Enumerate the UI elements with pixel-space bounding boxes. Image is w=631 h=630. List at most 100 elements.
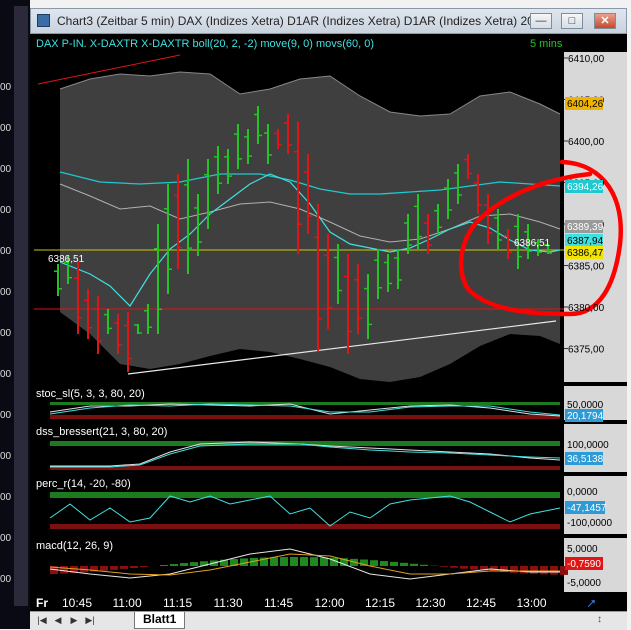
- upper-band-tag: 6404,26: [567, 99, 604, 110]
- price-scale-label: 6385,00: [568, 262, 605, 273]
- macd-bar: [370, 560, 378, 566]
- macd-bar: [120, 566, 128, 569]
- macd-bar: [520, 566, 528, 573]
- left-window-strip: 00000000000000000000000000: [0, 0, 30, 629]
- cursor-tool-icon[interactable]: ⭧: [587, 596, 595, 611]
- price-label-left: 6386,51: [48, 254, 85, 265]
- time-axis-label: 12:00: [315, 596, 345, 610]
- move60-tag: 6394,26: [567, 182, 604, 193]
- macd-bar: [290, 557, 298, 566]
- time-axis-label: 11:45: [264, 596, 293, 610]
- macd-bar: [440, 566, 448, 567]
- left-strip-label: 00: [0, 82, 14, 93]
- left-strip-label: 00: [0, 533, 14, 544]
- interval-label: 5 mins: [530, 38, 563, 50]
- panel-tag-perc-r: -47,1457: [567, 503, 607, 514]
- chart-canvas[interactable]: DAX P-IN. X-DAXTR X-DAXTR boll(20, 2, -2…: [30, 34, 627, 612]
- macd-bar: [510, 566, 518, 573]
- macd-bar: [180, 563, 188, 566]
- macd-bar: [390, 562, 398, 566]
- macd-bar: [400, 563, 408, 566]
- close-button[interactable]: ✕: [594, 13, 616, 29]
- price-label-right: 6386,51: [514, 238, 551, 249]
- panel-scale-bottom-macd: -5,0000: [567, 578, 601, 589]
- macd-bar: [540, 566, 548, 574]
- sheet-tab-bar: |◀ ◀ ▶ ▶| Blatt1 ↕: [30, 611, 627, 630]
- macd-bar: [410, 564, 418, 566]
- left-strip-label: 00: [0, 205, 14, 216]
- left-scrollbar[interactable]: [14, 6, 28, 606]
- macd-bar: [550, 566, 558, 575]
- minimize-button[interactable]: —: [530, 13, 552, 29]
- macd-bar: [450, 566, 458, 568]
- panel-tag-stoc-sl: 20,1794: [567, 411, 604, 422]
- macd-bar: [280, 557, 288, 566]
- left-strip-label: 00: [0, 328, 14, 339]
- time-axis-label: 12:30: [416, 596, 446, 610]
- macd-bar: [170, 564, 178, 566]
- macd-bar: [310, 557, 318, 566]
- macd-bar: [130, 566, 138, 568]
- time-axis-label: 10:45: [62, 596, 92, 610]
- price-scale-label: 6375,00: [568, 345, 605, 356]
- panel-scale-bottom-perc-r: -100,0000: [567, 518, 612, 529]
- panel-label-stoc-sl: stoc_sl(5, 3, 3, 80, 20): [36, 388, 145, 400]
- price-scale-label: 6380,00: [568, 303, 605, 314]
- macd-bar: [100, 566, 108, 571]
- main-panel-header: DAX P-IN. X-DAXTR X-DAXTR boll(20, 2, -2…: [36, 38, 374, 50]
- chart-window-icon: [37, 14, 50, 27]
- panel-dss-bressert[interactable]: dss_bressert(21, 3, 80, 20) 100,0000 36,…: [34, 424, 627, 472]
- panel-label-dss: dss_bressert(21, 3, 80, 20): [36, 426, 167, 438]
- macd-bar: [460, 566, 468, 569]
- scroll-corner-icon[interactable]: ↕: [597, 614, 611, 627]
- gray-line-tag: 6389,39: [567, 222, 604, 233]
- left-strip-label: 00: [0, 492, 14, 503]
- time-axis-label: 12:15: [365, 596, 395, 610]
- macd-bar: [420, 565, 428, 566]
- sheet-tab-blatt1[interactable]: Blatt1: [134, 612, 185, 629]
- macd-bar: [530, 566, 538, 574]
- window-titlebar[interactable]: Chart3 (Zeitbar 5 min) DAX (Indizes Xetr…: [30, 8, 627, 34]
- chart-window[interactable]: DAX P-IN. X-DAXTR X-DAXTR boll(20, 2, -2…: [30, 34, 627, 612]
- macd-bar: [300, 557, 308, 566]
- panel-macd[interactable]: macd(12, 26, 9) 5,0000 -0,7590 -5,0000: [34, 538, 627, 592]
- left-strip-label: 00: [0, 246, 14, 257]
- next-sheet-button[interactable]: ▶: [68, 614, 80, 627]
- price-scale-label: 6400,00: [568, 137, 605, 148]
- macd-bar: [470, 566, 478, 570]
- panel-label-macd: macd(12, 26, 9): [36, 540, 113, 552]
- panel-scale-top-perc-r: 0,0000: [567, 487, 598, 498]
- macd-bar: [190, 562, 198, 566]
- time-axis-label: 13:00: [517, 596, 547, 610]
- left-strip-label: 00: [0, 410, 14, 421]
- last-sheet-button[interactable]: ▶|: [84, 614, 96, 627]
- panel-tag-macd: -0,7590: [567, 559, 601, 570]
- last-price-tag: 6386,47: [567, 248, 604, 259]
- left-strip-label: 00: [0, 574, 14, 585]
- time-axis-label: 12:45: [466, 596, 496, 610]
- first-sheet-button[interactable]: |◀: [36, 614, 48, 627]
- macd-bar: [320, 557, 328, 566]
- maximize-button[interactable]: □: [561, 13, 583, 29]
- panel-stoc-sl[interactable]: stoc_sl(5, 3, 3, 80, 20) 50,0000 20,1794: [34, 386, 627, 422]
- macd-bar: [60, 566, 68, 574]
- left-strip-label: 00: [0, 123, 14, 134]
- window-title: Chart3 (Zeitbar 5 min) DAX (Indizes Xetr…: [57, 14, 544, 28]
- time-axis-label: 11:00: [113, 596, 142, 610]
- prev-sheet-button[interactable]: ◀: [52, 614, 64, 627]
- left-strip-label: 00: [0, 369, 14, 380]
- panel-perc-r[interactable]: perc_r(14, -20, -80) 0,0000 -47,1457 -10…: [34, 476, 627, 534]
- move9-tag: 6387,94: [567, 236, 604, 247]
- panel-tag-dss: 36,5138: [567, 454, 604, 465]
- panel-label-perc-r: perc_r(14, -20, -80): [36, 478, 131, 490]
- time-axis-label: 11:30: [214, 596, 243, 610]
- left-strip-label: 00: [0, 164, 14, 175]
- macd-bar: [270, 557, 278, 566]
- macd-bar: [110, 566, 118, 570]
- macd-bar: [160, 565, 168, 566]
- left-strip-label: 00: [0, 287, 14, 298]
- price-scale-label: 6410,00: [568, 54, 605, 65]
- panel-scale-top-macd: 5,0000: [567, 544, 598, 555]
- time-axis-label: 11:15: [163, 596, 192, 610]
- time-axis-day: Fr: [36, 596, 48, 610]
